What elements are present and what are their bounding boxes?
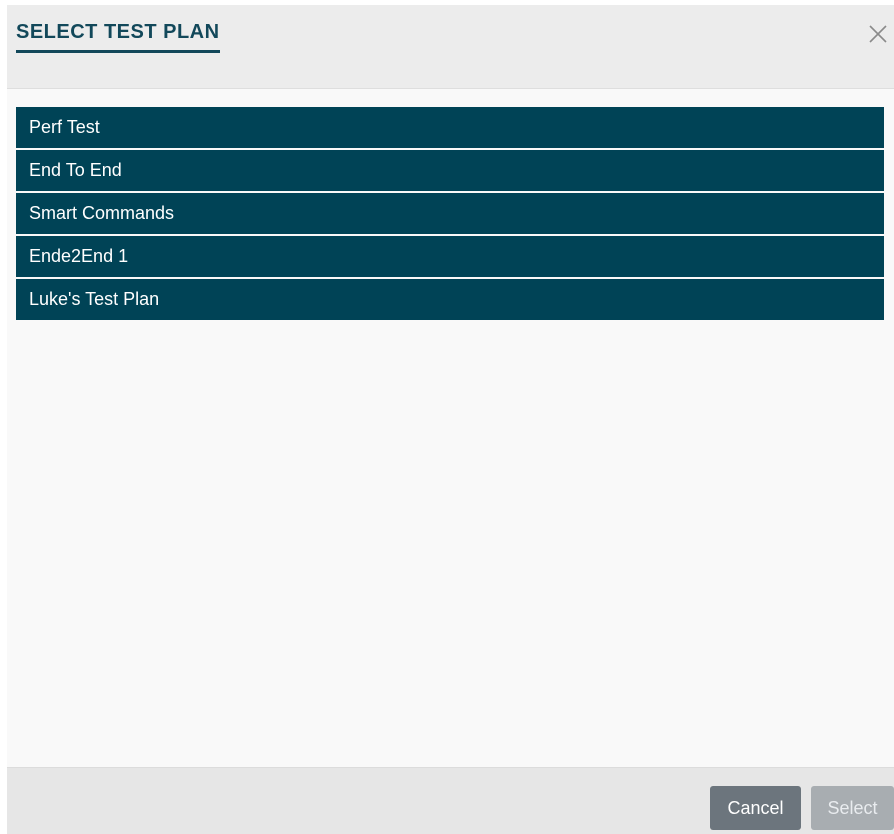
list-item-test-plan[interactable]: Ende2End 1 [16, 236, 884, 277]
close-button[interactable] [866, 22, 890, 46]
list-item-test-plan[interactable]: End To End [16, 150, 884, 191]
test-plan-list: Perf Test End To End Smart Commands Ende… [16, 107, 884, 322]
dialog-footer: Cancel Select [7, 767, 894, 834]
select-test-plan-dialog: SELECT TEST PLAN Perf Test End To End Sm… [7, 5, 894, 834]
close-icon [869, 25, 887, 43]
dialog-header: SELECT TEST PLAN [7, 5, 894, 89]
list-item-test-plan[interactable]: Perf Test [16, 107, 884, 148]
list-item-test-plan[interactable]: Smart Commands [16, 193, 884, 234]
dialog-title: SELECT TEST PLAN [16, 21, 220, 53]
select-button[interactable]: Select [811, 786, 894, 830]
cancel-button[interactable]: Cancel [710, 786, 801, 830]
list-item-test-plan[interactable]: Luke's Test Plan [16, 279, 884, 320]
